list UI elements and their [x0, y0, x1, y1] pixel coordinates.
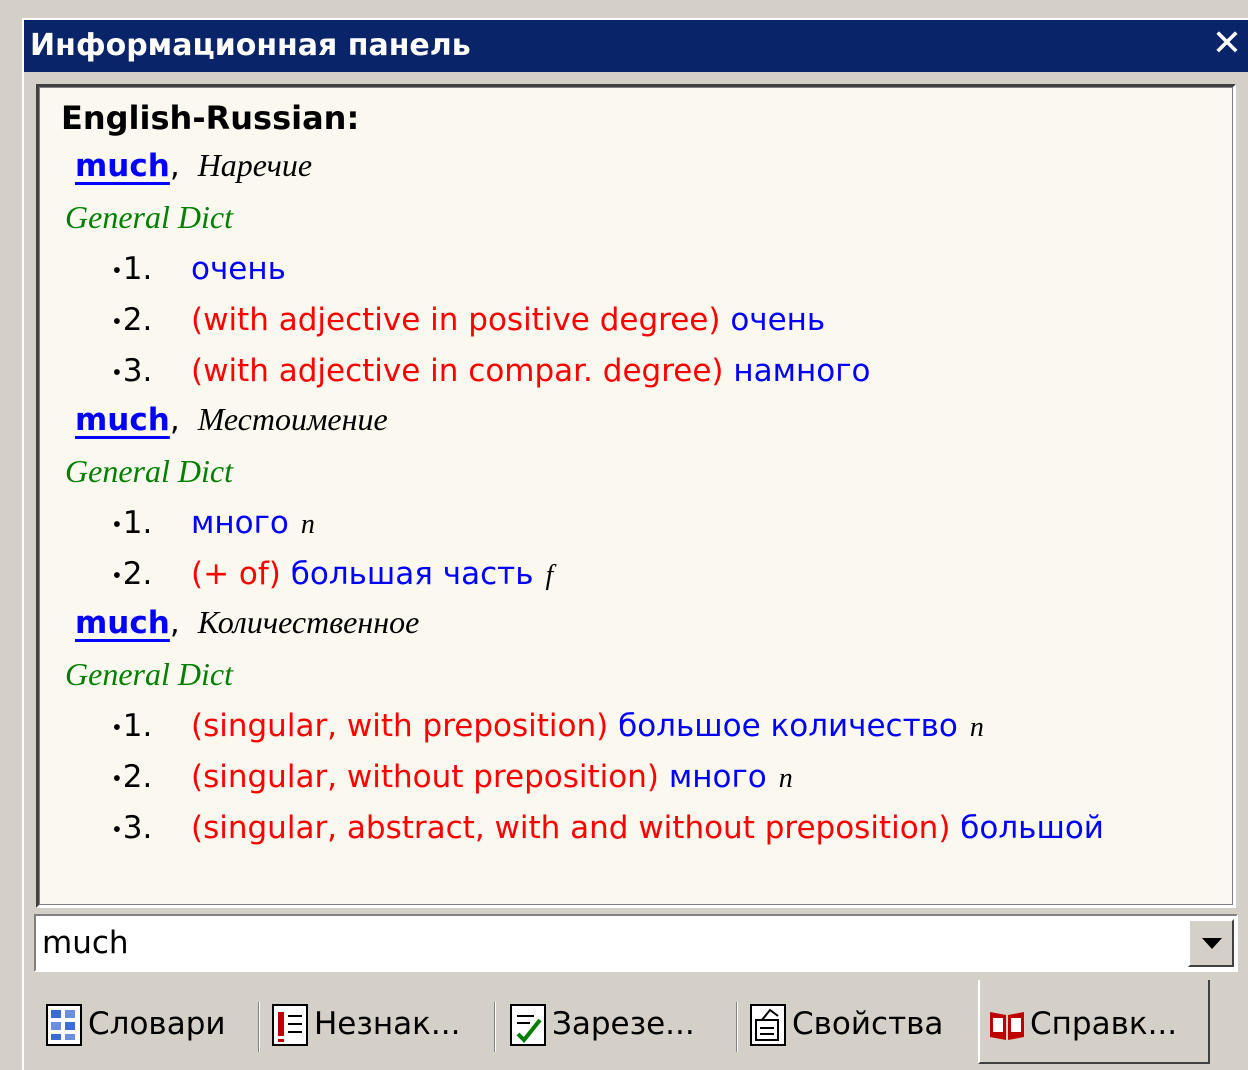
- grammar-label: n: [300, 509, 315, 540]
- sense-definition: (singular, with preposition) большое кол…: [191, 708, 984, 744]
- sense-number-text: 2.: [122, 759, 153, 795]
- usage-note: (+ of): [191, 556, 281, 592]
- entry-headline: much, Местоимение: [75, 401, 388, 438]
- sense-number-text: 1.: [122, 505, 153, 541]
- sense-definition: (with adjective in compar. degree) намно…: [191, 353, 871, 389]
- entry-headline: much, Наречие: [75, 147, 312, 184]
- part-of-speech: Наречие: [197, 147, 313, 183]
- translation[interactable]: очень: [191, 251, 286, 287]
- sense-definition: (+ of) большая часть f: [191, 556, 553, 592]
- dictionary-content-area[interactable]: English-Russian: much, Наречие General Di…: [36, 84, 1236, 908]
- usage-note: (singular, without preposition): [191, 759, 659, 795]
- usage-note: (singular, with preposition): [191, 708, 609, 744]
- entry-headline: much, Количественное: [75, 604, 419, 641]
- dictionary-direction-header: English-Russian:: [61, 99, 360, 137]
- grammar-label: n: [778, 763, 793, 794]
- bullet-icon: •: [111, 360, 123, 385]
- translation[interactable]: большой: [960, 810, 1104, 846]
- comma-separator: ,: [169, 605, 180, 641]
- translation[interactable]: большая часть: [291, 556, 534, 592]
- properties-icon: [750, 1004, 786, 1046]
- bullet-icon: •: [111, 309, 123, 334]
- sense-number: •1.: [111, 251, 152, 287]
- sense-number: •1.: [111, 708, 152, 744]
- comma-separator: ,: [169, 402, 180, 438]
- chevron-down-icon: [1202, 938, 1222, 949]
- unknown-words-icon: [272, 1004, 308, 1046]
- title-bar: Информационная панель ✕: [24, 20, 1248, 72]
- sense-number-text: 3.: [122, 810, 153, 846]
- usage-note: (with adjective in compar. degree): [191, 353, 724, 389]
- sense-number-text: 1.: [122, 251, 153, 287]
- sense-number: •2.: [111, 556, 152, 592]
- sense-number-text: 2.: [122, 556, 153, 592]
- tab-reference[interactable]: Справк...: [978, 980, 1210, 1064]
- reserved-icon: [510, 1004, 546, 1046]
- bullet-icon: •: [111, 258, 123, 283]
- sense-number: •2.: [111, 302, 152, 338]
- sense-number-text: 3.: [122, 353, 153, 389]
- dictionaries-icon: [46, 1004, 82, 1046]
- translation[interactable]: большое количество: [618, 708, 958, 744]
- grammar-label: n: [969, 712, 984, 743]
- dictionary-name: General Dict: [65, 453, 233, 489]
- reference-icon: [988, 1006, 1024, 1048]
- window-title: Информационная панель: [30, 28, 471, 63]
- sense-definition: (singular, without preposition) много n: [191, 759, 793, 795]
- bottom-tab-strip: Словари Незнак... Зарезе... Свойства Спр…: [24, 980, 1248, 1070]
- translation[interactable]: намного: [733, 353, 870, 389]
- dictionary-name: General Dict: [65, 656, 233, 692]
- headword-link[interactable]: much: [75, 148, 170, 184]
- sense-number: •2.: [111, 759, 152, 795]
- tab-dictionaries[interactable]: Словари: [38, 988, 260, 1064]
- bullet-icon: •: [111, 766, 123, 791]
- bullet-icon: •: [111, 512, 123, 537]
- tab-properties[interactable]: Свойства: [742, 988, 976, 1064]
- bullet-icon: •: [111, 563, 123, 588]
- translation[interactable]: очень: [730, 302, 825, 338]
- sense-number-text: 1.: [122, 708, 153, 744]
- sense-number: •3.: [111, 810, 152, 846]
- comma-separator: ,: [169, 148, 180, 184]
- translation[interactable]: много: [669, 759, 767, 795]
- dropdown-button[interactable]: [1188, 919, 1234, 967]
- bullet-icon: •: [111, 715, 123, 740]
- sense-definition: (singular, abstract, with and without pr…: [191, 810, 1104, 846]
- headword-link[interactable]: much: [75, 402, 170, 438]
- search-combobox[interactable]: [34, 914, 1238, 972]
- sense-number: •1.: [111, 505, 152, 541]
- tab-label: Справк...: [1030, 1006, 1178, 1042]
- sense-definition: (with adjective in positive degree) очен…: [191, 302, 825, 338]
- sense-definition: много n: [191, 505, 315, 541]
- sense-number-text: 2.: [122, 302, 153, 338]
- tab-reserved[interactable]: Зарезе...: [502, 988, 738, 1064]
- bullet-icon: •: [111, 817, 123, 842]
- close-icon[interactable]: ✕: [1212, 24, 1242, 64]
- tab-label: Зарезе...: [552, 1006, 695, 1042]
- dictionary-name: General Dict: [65, 199, 233, 235]
- translation[interactable]: много: [191, 505, 289, 541]
- search-input[interactable]: [40, 920, 1178, 966]
- part-of-speech: Количественное: [197, 604, 420, 640]
- usage-note: (singular, abstract, with and without pr…: [191, 810, 951, 846]
- usage-note: (with adjective in positive degree): [191, 302, 721, 338]
- tab-unknown-words[interactable]: Незнак...: [264, 988, 496, 1064]
- tab-label: Свойства: [792, 1006, 944, 1042]
- tab-label: Незнак...: [314, 1006, 461, 1042]
- sense-number: •3.: [111, 353, 152, 389]
- tab-label: Словари: [88, 1006, 226, 1042]
- part-of-speech: Местоимение: [197, 401, 388, 437]
- sense-definition: очень: [191, 251, 286, 287]
- headword-link[interactable]: much: [75, 605, 170, 641]
- grammar-label: f: [545, 560, 554, 591]
